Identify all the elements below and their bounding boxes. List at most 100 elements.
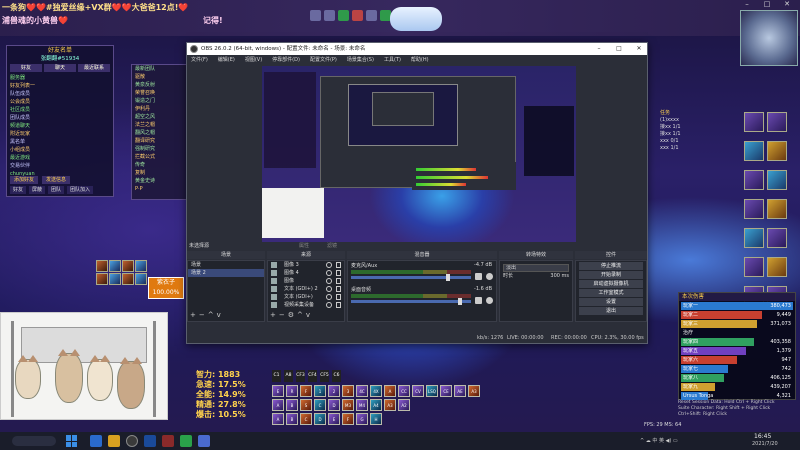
edge-icon[interactable] xyxy=(90,435,102,447)
close-icon[interactable]: ✕ xyxy=(780,0,794,9)
menu-tools[interactable]: 工具(T) xyxy=(384,55,401,65)
list-item[interactable]: 队伍成员 xyxy=(10,90,110,98)
action-slot[interactable]: R xyxy=(286,385,298,397)
action-slot[interactable]: E xyxy=(328,413,340,425)
action-slot[interactable]: 1 xyxy=(314,385,326,397)
volume-slider-handle[interactable] xyxy=(457,298,462,305)
quest-objective[interactable]: (1)xxxx xyxy=(660,117,740,124)
action-slot[interactable]: A xyxy=(272,413,284,425)
send-message-button[interactable]: 发送信息 xyxy=(42,176,71,184)
eye-icon[interactable] xyxy=(326,270,332,276)
action-slot[interactable]: CC xyxy=(398,385,410,397)
list-item[interactable]: 翻风之帽 xyxy=(132,129,186,137)
list-item[interactable]: 最新团队 xyxy=(132,65,186,73)
damage-meter-row[interactable]: 玩家七 742 xyxy=(681,365,793,373)
scene-item[interactable]: 场景 xyxy=(188,261,264,269)
obs-preview-canvas[interactable] xyxy=(262,66,576,243)
properties-button[interactable]: 属性 xyxy=(299,242,309,251)
menu-profile[interactable]: 配置文件(P) xyxy=(310,55,337,65)
gear-icon[interactable] xyxy=(486,273,493,280)
obs-titlebar[interactable]: OBS 26.0.2 (64-bit, windows) - 配置文件: 未命名… xyxy=(187,43,647,55)
bottom-tab-raid[interactable]: 团队 xyxy=(48,186,65,194)
list-item[interactable]: 驱散 xyxy=(132,73,186,81)
filters-button[interactable]: 滤镜 xyxy=(327,242,337,251)
bag-icon[interactable] xyxy=(310,10,321,21)
list-item[interactable]: 黑名单 xyxy=(10,138,110,146)
system-tray[interactable]: ^ ☁ 中 英 ◀) ▭ xyxy=(640,435,740,447)
menu-file[interactable]: 文件(F) xyxy=(191,55,208,65)
action-slot[interactable]: 4C xyxy=(356,385,368,397)
lock-icon[interactable] xyxy=(336,270,341,276)
list-item[interactable]: 强制研究 xyxy=(132,145,186,153)
menu-scene-collection[interactable]: 场景集合(S) xyxy=(347,55,374,65)
action-slot[interactable]: D xyxy=(314,413,326,425)
clock-time[interactable]: 16:45 xyxy=(754,433,771,440)
transition-select[interactable]: 淡出 xyxy=(503,264,569,272)
damage-meter[interactable]: 本次伤害 玩家一 380,473 玩家二 9,449 玩家三 371,073 治疗 玩家四 40… xyxy=(678,292,796,400)
lock-icon[interactable] xyxy=(336,262,341,268)
action-slot[interactable]: LSQ xyxy=(426,385,438,397)
duration-input[interactable]: 300 ms xyxy=(550,272,569,281)
volume-slider-handle[interactable] xyxy=(446,274,451,281)
lock-icon[interactable] xyxy=(336,278,341,284)
minimize-icon[interactable]: – xyxy=(591,43,607,55)
wow-icon[interactable] xyxy=(162,435,174,447)
action-slot[interactable]: AE xyxy=(454,385,466,397)
list-item[interactable]: 拦截公式 xyxy=(132,153,186,161)
ability-icon[interactable] xyxy=(767,199,787,219)
scene-item[interactable]: 场景 2 xyxy=(188,269,264,277)
action-slot[interactable]: A xyxy=(272,399,284,411)
bottom-tab-raid-join[interactable]: 团队加入 xyxy=(67,186,94,194)
quest-tracker-title[interactable]: 任务 xyxy=(660,110,740,117)
volume-slider[interactable] xyxy=(351,276,471,279)
action-slot[interactable]: M4 xyxy=(356,399,368,411)
action-slot[interactable]: G xyxy=(356,413,368,425)
tab-chat[interactable]: 聊天 xyxy=(44,64,76,72)
action-slot[interactable]: F xyxy=(342,413,354,425)
action-slot[interactable]: E xyxy=(272,385,284,397)
quest-objective[interactable]: 接xx 1/1 xyxy=(660,131,740,138)
file-explorer-icon[interactable] xyxy=(108,435,120,447)
list-item[interactable]: 黄泉反射 xyxy=(132,81,186,89)
battlenet-icon[interactable] xyxy=(144,435,156,447)
action-slot[interactable]: A4 xyxy=(370,399,382,411)
list-item[interactable]: 附近玩家 xyxy=(10,130,110,138)
eye-icon[interactable] xyxy=(326,286,332,292)
menu-help[interactable]: 帮助(H) xyxy=(411,55,429,65)
list-item[interactable]: 交易伙伴 xyxy=(10,162,110,170)
eye-icon[interactable] xyxy=(326,278,332,284)
stop-streaming-button[interactable]: 停止推流 xyxy=(579,262,643,270)
tab-friends[interactable]: 好友 xyxy=(10,64,42,72)
start-recording-button[interactable]: 开始录制 xyxy=(579,271,643,279)
eye-icon[interactable] xyxy=(326,302,332,308)
speaker-icon[interactable] xyxy=(475,273,482,280)
list-item[interactable]: 荣誉召唤 xyxy=(132,89,186,97)
list-item[interactable]: 伊利丹 xyxy=(132,105,186,113)
list-item[interactable]: 复制 xyxy=(132,169,186,177)
lock-icon[interactable] xyxy=(336,302,341,308)
character-icon[interactable] xyxy=(324,10,335,21)
achievement-icon[interactable] xyxy=(366,10,377,21)
minimize-icon[interactable]: – xyxy=(740,0,754,9)
list-item[interactable]: 翻译研究 xyxy=(132,137,186,145)
bottom-tab-friends[interactable]: 好友 xyxy=(10,186,27,194)
damage-meter-row[interactable]: Ursus Tonga 4,321 xyxy=(681,392,793,400)
damage-meter-row[interactable]: 玩家五 1,379 xyxy=(681,347,793,355)
ability-icon[interactable] xyxy=(744,257,764,277)
ability-icon[interactable] xyxy=(767,112,787,132)
eye-icon[interactable] xyxy=(326,262,332,268)
source-item[interactable]: 图像 xyxy=(268,277,344,285)
obs-window[interactable]: OBS 26.0.2 (64-bit, windows) - 配置文件: 未命名… xyxy=(186,42,648,344)
list-item[interactable]: 团队成员 xyxy=(10,114,110,122)
maximize-icon[interactable]: □ xyxy=(760,0,774,9)
action-slot[interactable]: B xyxy=(286,413,298,425)
ability-icon[interactable] xyxy=(767,170,787,190)
action-slot[interactable]: A2 xyxy=(398,399,410,411)
maximize-icon[interactable]: □ xyxy=(611,43,627,55)
ability-icon[interactable] xyxy=(767,141,787,161)
wechat-icon[interactable] xyxy=(180,435,192,447)
list-item[interactable]: 小组成员 xyxy=(10,146,110,154)
menu-edit[interactable]: 编辑(E) xyxy=(218,55,235,65)
source-item[interactable]: 图像 3 xyxy=(268,261,344,269)
volume-slider[interactable] xyxy=(351,300,471,303)
